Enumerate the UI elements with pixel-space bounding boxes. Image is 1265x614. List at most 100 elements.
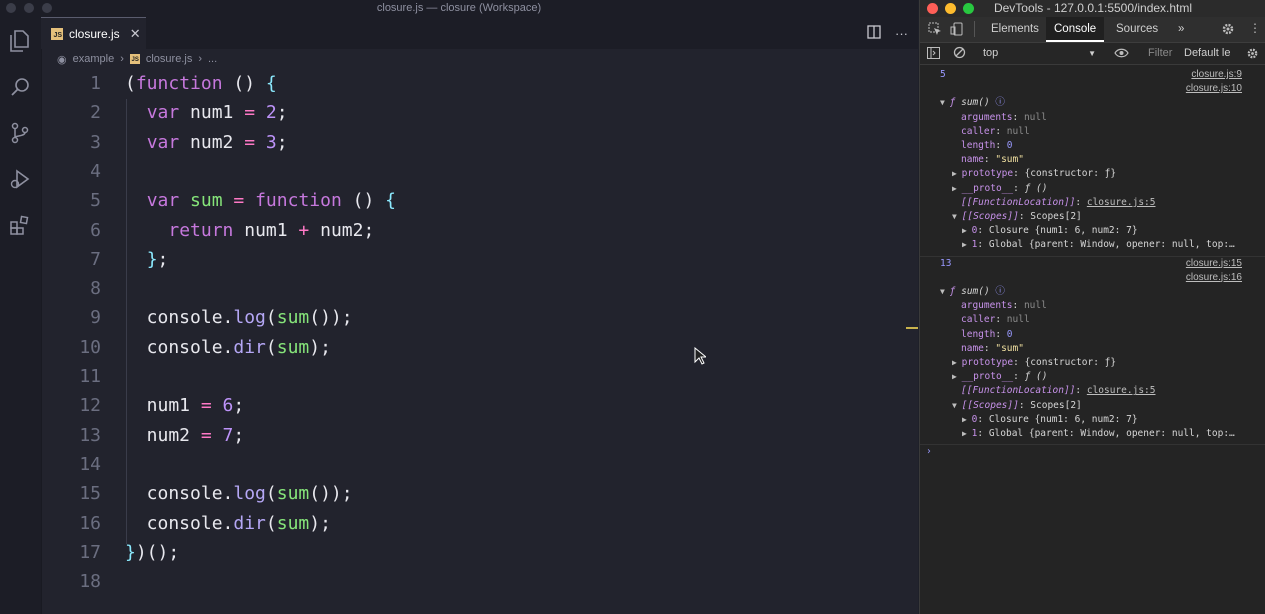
code-line[interactable]: 6 return num1 + num2; (41, 216, 918, 245)
code-line[interactable]: 7 }; (41, 245, 918, 274)
expand-triangle-icon[interactable]: ▼ (952, 212, 962, 221)
line-number: 2 (90, 102, 101, 124)
console-text: : (977, 239, 989, 251)
console-settings-gear-icon[interactable] (1246, 47, 1259, 63)
source-link[interactable]: closure.js:9 (1191, 68, 1242, 82)
line-number: 7 (90, 248, 101, 270)
window-minimize-button[interactable] (945, 3, 956, 14)
expand-triangle-icon[interactable]: ▶ (952, 372, 962, 381)
expand-triangle-icon[interactable]: ▼ (940, 287, 950, 296)
search-icon[interactable] (8, 75, 32, 99)
expand-triangle-icon[interactable]: ▶ (962, 429, 972, 438)
code-line[interactable]: 16 console.dir(sum); (41, 509, 918, 538)
window-zoom-button[interactable] (42, 3, 52, 13)
console-row: arguments: null (920, 111, 1265, 125)
code-text: var num2 = 3; (146, 131, 288, 153)
expand-triangle-icon[interactable]: ▼ (952, 401, 962, 410)
code-line[interactable]: 5 var sum = function () { (41, 186, 918, 215)
window-zoom-button[interactable] (963, 3, 974, 14)
info-icon[interactable]: ⓘ (990, 97, 1005, 108)
code-editor[interactable]: 1 (function () {2 var num1 = 2; 3 var num2… (41, 69, 918, 614)
prop-value: {constructor: ƒ} (1024, 357, 1117, 368)
code-line[interactable]: 2 var num1 = 2; (41, 98, 918, 127)
sidebar-toggle-icon[interactable] (927, 47, 940, 62)
function-entry[interactable]: ▼ ƒ sum() ⓘ (920, 96, 1265, 110)
run-debug-icon[interactable] (8, 167, 32, 191)
expand-triangle-icon[interactable]: ▶ (962, 415, 972, 424)
breadcrumb-more[interactable]: ... (208, 53, 217, 65)
function-entry[interactable]: ▼ ƒ sum() ⓘ (920, 285, 1265, 299)
inspect-element-icon[interactable] (928, 22, 942, 39)
clear-console-icon[interactable] (953, 46, 966, 62)
breadcrumb-folder[interactable]: example (73, 53, 115, 65)
source-control-icon[interactable] (8, 121, 32, 145)
tab-closure-js[interactable]: JS closure.js ✕ (41, 17, 146, 49)
expand-triangle-icon[interactable]: ▶ (962, 240, 972, 249)
code-line[interactable]: 13 num2 = 7; (41, 421, 918, 450)
console-text: : (1012, 300, 1024, 312)
code-line[interactable]: 14 (41, 450, 918, 479)
window-close-button[interactable] (6, 3, 16, 13)
filter-input[interactable]: Filter (1148, 43, 1172, 64)
console-row[interactable]: ▶ __proto__: ƒ () (920, 370, 1265, 384)
console-row[interactable]: ▼ [[Scopes]]: Scopes[2] (920, 210, 1265, 224)
prop-value: Closure {num1: 6, num2: 7} (988, 225, 1138, 237)
tab-sources[interactable]: Sources (1108, 17, 1166, 42)
source-link[interactable]: closure.js:16 (1186, 271, 1242, 285)
code-line[interactable]: 15 console.log(sum()); (41, 479, 918, 508)
window-close-button[interactable] (927, 3, 938, 14)
source-link[interactable]: closure.js:10 (1186, 82, 1242, 96)
code-text: var num1 = 2; (146, 102, 288, 124)
device-toolbar-icon[interactable] (950, 22, 964, 39)
console-row[interactable]: ▶ 0: Closure {num1: 6, num2: 7} (920, 224, 1265, 238)
eye-icon[interactable] (1114, 47, 1129, 62)
breadcrumb-file[interactable]: closure.js (146, 53, 192, 65)
code-line[interactable]: 10 console.dir(sum); (41, 333, 918, 362)
console-row[interactable]: ▶ 0: Closure {num1: 6, num2: 7} (920, 413, 1265, 427)
context-value: top (983, 47, 999, 59)
code-line[interactable]: 4 (41, 157, 918, 186)
split-editor-icon[interactable] (867, 24, 881, 42)
log-levels-dropdown[interactable]: Default le (1184, 43, 1230, 64)
code-line[interactable]: 3 var num2 = 3; (41, 128, 918, 157)
prop-key: name (961, 342, 984, 354)
code-line[interactable]: 8 (41, 274, 918, 303)
prop-key: caller (961, 125, 996, 137)
more-tabs-button[interactable]: » (1170, 17, 1192, 42)
more-actions-icon[interactable]: ··· (895, 26, 908, 41)
extensions-icon[interactable] (8, 213, 32, 237)
expand-triangle-icon[interactable]: ▶ (952, 169, 962, 178)
context-select[interactable]: top ▼ (976, 43, 1100, 64)
expand-triangle-icon[interactable]: ▼ (940, 98, 950, 107)
info-icon[interactable]: ⓘ (990, 286, 1005, 297)
console-prompt[interactable]: › (926, 446, 932, 457)
code-line[interactable]: 18 (41, 567, 918, 596)
function-location-link[interactable]: closure.js:5 (1087, 385, 1156, 396)
prop-key: prototype (961, 168, 1014, 180)
code-line[interactable]: 1 (function () { (41, 69, 918, 98)
expand-triangle-icon[interactable]: ▶ (952, 358, 962, 367)
source-link[interactable]: closure.js:15 (1186, 257, 1242, 271)
console-row[interactable]: ▶ prototype: {constructor: ƒ} (920, 167, 1265, 181)
kebab-menu-icon[interactable]: ⋮ (1249, 21, 1261, 35)
window-minimize-button[interactable] (24, 3, 34, 13)
console-row[interactable]: ▶ 1: Global {parent: Window, opener: nul… (920, 427, 1265, 441)
tab-elements[interactable]: Elements (983, 17, 1047, 42)
function-location-link[interactable]: closure.js:5 (1087, 197, 1156, 208)
code-line[interactable]: 11 (41, 362, 918, 391)
console-row[interactable]: ▶ __proto__: ƒ () (920, 182, 1265, 196)
gear-icon[interactable] (1221, 22, 1235, 39)
tab-console[interactable]: Console (1046, 17, 1105, 42)
close-icon[interactable]: ✕ (130, 26, 141, 42)
expand-triangle-icon[interactable]: ▶ (962, 226, 972, 235)
code-line[interactable]: 12 num1 = 6; (41, 391, 918, 420)
expand-triangle-icon[interactable]: ▶ (952, 184, 962, 193)
console-row[interactable]: ▼ [[Scopes]]: Scopes[2] (920, 399, 1265, 413)
console-row[interactable]: ▶ prototype: {constructor: ƒ} (920, 356, 1265, 370)
console-output[interactable]: 5 closure.js:9 closure.js:10 ▼ ƒ sum() ⓘ arg… (920, 65, 1265, 614)
console-row[interactable]: ▶ 1: Global {parent: Window, opener: nul… (920, 238, 1265, 252)
console-input[interactable]: › (920, 445, 1265, 459)
code-line[interactable]: 17})(); (41, 538, 918, 567)
code-line[interactable]: 9 console.log(sum()); (41, 303, 918, 332)
explorer-icon[interactable] (8, 29, 32, 53)
